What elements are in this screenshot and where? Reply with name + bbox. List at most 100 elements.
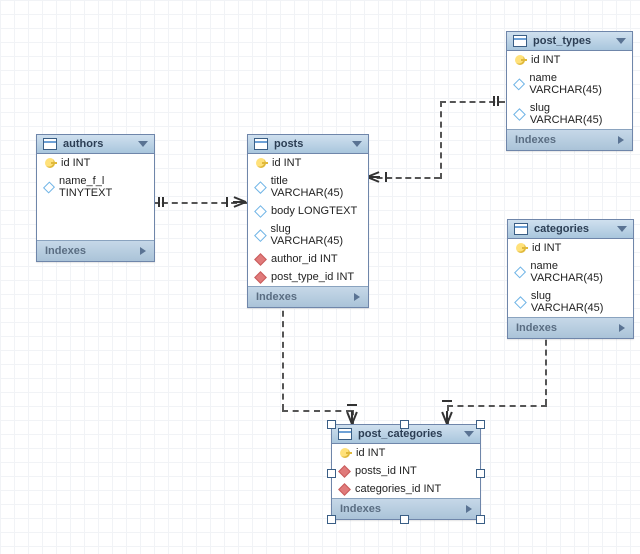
resize-handle[interactable]: [476, 469, 485, 478]
expand-icon: [466, 505, 472, 513]
table-posts[interactable]: posts id INT title VARCHAR(45) body LONG…: [247, 134, 369, 308]
column-label: post_type_id INT: [271, 271, 354, 283]
rel-cat-postcat-seg2: [447, 405, 547, 407]
indexes-label: Indexes: [515, 134, 556, 146]
crows-foot-icon: [440, 410, 454, 424]
tick-icon: [442, 400, 452, 402]
collapse-icon[interactable]: [616, 38, 626, 44]
table-icon: [254, 138, 268, 150]
diagram-canvas[interactable]: authors id INT name_f_l TINYTEXT Indexes…: [0, 0, 640, 554]
indexes-section[interactable]: Indexes: [507, 129, 632, 150]
resize-handle[interactable]: [327, 469, 336, 478]
rel-posts-postcat-seg1: [282, 290, 284, 410]
indexes-label: Indexes: [340, 503, 381, 515]
resize-handle[interactable]: [476, 515, 485, 524]
column-label: slug VARCHAR(45): [530, 102, 624, 126]
indexes-section[interactable]: Indexes: [37, 240, 154, 261]
resize-handle[interactable]: [400, 420, 409, 429]
table-post-categories[interactable]: post_categories id INT posts_id INT cate…: [331, 424, 481, 520]
table-title: post_types: [533, 35, 591, 47]
column-row: id INT: [508, 239, 633, 257]
tick-icon: [385, 172, 387, 182]
key-icon: [515, 55, 525, 65]
indexes-section[interactable]: Indexes: [508, 317, 633, 338]
indexes-section[interactable]: Indexes: [248, 286, 368, 307]
collapse-icon[interactable]: [352, 141, 362, 147]
table-categories[interactable]: categories id INT name VARCHAR(45) slug …: [507, 219, 634, 339]
diamond-icon: [513, 108, 526, 121]
expand-icon: [140, 247, 146, 255]
column-label: id INT: [61, 157, 90, 169]
column-label: title VARCHAR(45): [271, 175, 360, 199]
column-row: slug VARCHAR(45): [507, 99, 632, 129]
table-icon: [513, 35, 527, 47]
resize-handle[interactable]: [400, 515, 409, 524]
column-label: name_f_l TINYTEXT: [59, 175, 146, 199]
table-authors[interactable]: authors id INT name_f_l TINYTEXT Indexes: [36, 134, 155, 262]
resize-handle[interactable]: [327, 420, 336, 429]
table-header[interactable]: post_types: [507, 32, 632, 51]
column-row: id INT: [248, 154, 368, 172]
column-row: body LONGTEXT: [248, 202, 368, 220]
column-row: name VARCHAR(45): [508, 257, 633, 287]
collapse-icon[interactable]: [464, 431, 474, 437]
expand-icon: [618, 136, 624, 144]
collapse-icon[interactable]: [617, 226, 627, 232]
crows-foot-icon: [367, 170, 381, 184]
diamond-icon: [43, 181, 55, 193]
table-icon: [338, 428, 352, 440]
diamond-icon: [254, 205, 267, 218]
table-header[interactable]: categories: [508, 220, 633, 239]
table-header[interactable]: posts: [248, 135, 368, 154]
column-row: posts_id INT: [332, 462, 480, 480]
crows-foot-icon: [232, 195, 246, 209]
table-post-types[interactable]: post_types id INT name VARCHAR(45) slug …: [506, 31, 633, 151]
fk-icon: [338, 465, 351, 478]
column-row: post_type_id INT: [248, 268, 368, 286]
tick-icon: [226, 197, 228, 207]
table-title: post_categories: [358, 428, 442, 440]
fk-icon: [254, 271, 267, 284]
column-row: id INT: [507, 51, 632, 69]
table-title: posts: [274, 138, 303, 150]
table-icon: [514, 223, 528, 235]
indexes-label: Indexes: [45, 245, 86, 257]
key-icon: [340, 448, 350, 458]
column-row: slug VARCHAR(45): [248, 220, 368, 250]
column-label: id INT: [356, 447, 385, 459]
fk-icon: [338, 483, 351, 496]
column-row: categories_id INT: [332, 480, 480, 498]
expand-icon: [619, 324, 625, 332]
rel-posts-posttypes-seg2: [440, 101, 442, 179]
rel-posts-postcat-seg2: [282, 410, 352, 412]
column-row: title VARCHAR(45): [248, 172, 368, 202]
resize-handle[interactable]: [327, 515, 336, 524]
resize-handle[interactable]: [476, 420, 485, 429]
expand-icon: [354, 293, 360, 301]
column-label: posts_id INT: [355, 465, 417, 477]
rel-posts-posttypes-seg3: [440, 101, 505, 103]
table-title: categories: [534, 223, 589, 235]
column-row: author_id INT: [248, 250, 368, 268]
tick-icon: [162, 197, 164, 207]
column-row: id INT: [37, 154, 154, 172]
column-label: author_id INT: [271, 253, 338, 265]
diamond-icon: [254, 229, 266, 241]
key-icon: [45, 158, 55, 168]
table-header[interactable]: authors: [37, 135, 154, 154]
column-row: name VARCHAR(45): [507, 69, 632, 99]
diamond-icon: [514, 266, 526, 278]
fk-icon: [254, 253, 267, 266]
column-label: categories_id INT: [355, 483, 441, 495]
tick-icon: [493, 96, 495, 106]
tick-icon: [497, 96, 499, 106]
table-title: authors: [63, 138, 103, 150]
column-label: name VARCHAR(45): [529, 72, 624, 96]
collapse-icon[interactable]: [138, 141, 148, 147]
column-label: name VARCHAR(45): [530, 260, 625, 284]
column-label: body LONGTEXT: [271, 205, 357, 217]
diamond-icon: [513, 78, 525, 90]
column-row: name_f_l TINYTEXT: [37, 172, 154, 202]
column-row: slug VARCHAR(45): [508, 287, 633, 317]
crows-foot-icon: [345, 410, 359, 424]
